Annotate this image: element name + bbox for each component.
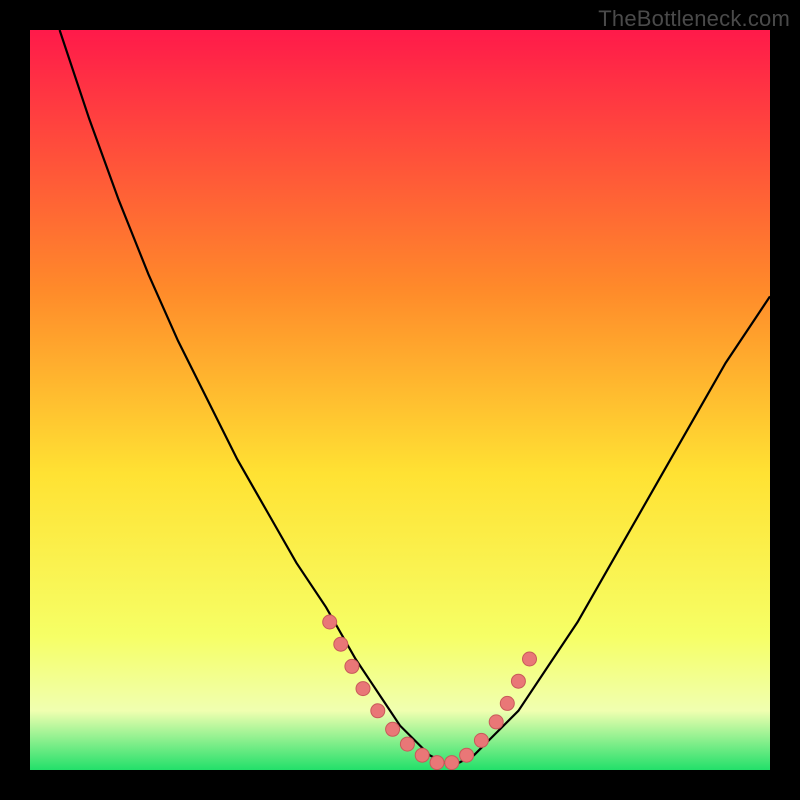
marker-point	[334, 637, 348, 651]
gradient-bg	[30, 30, 770, 770]
marker-point	[371, 704, 385, 718]
marker-point	[386, 722, 400, 736]
marker-point	[460, 748, 474, 762]
marker-point	[430, 756, 444, 770]
marker-point	[415, 748, 429, 762]
plot-area	[30, 30, 770, 770]
marker-point	[400, 737, 414, 751]
outer-frame: TheBottleneck.com	[0, 0, 800, 800]
marker-point	[523, 652, 537, 666]
marker-point	[323, 615, 337, 629]
marker-point	[445, 756, 459, 770]
marker-point	[474, 733, 488, 747]
marker-point	[511, 674, 525, 688]
marker-point	[500, 696, 514, 710]
marker-point	[356, 682, 370, 696]
chart-svg	[30, 30, 770, 770]
marker-point	[345, 659, 359, 673]
marker-point	[489, 715, 503, 729]
watermark-text: TheBottleneck.com	[598, 6, 790, 32]
